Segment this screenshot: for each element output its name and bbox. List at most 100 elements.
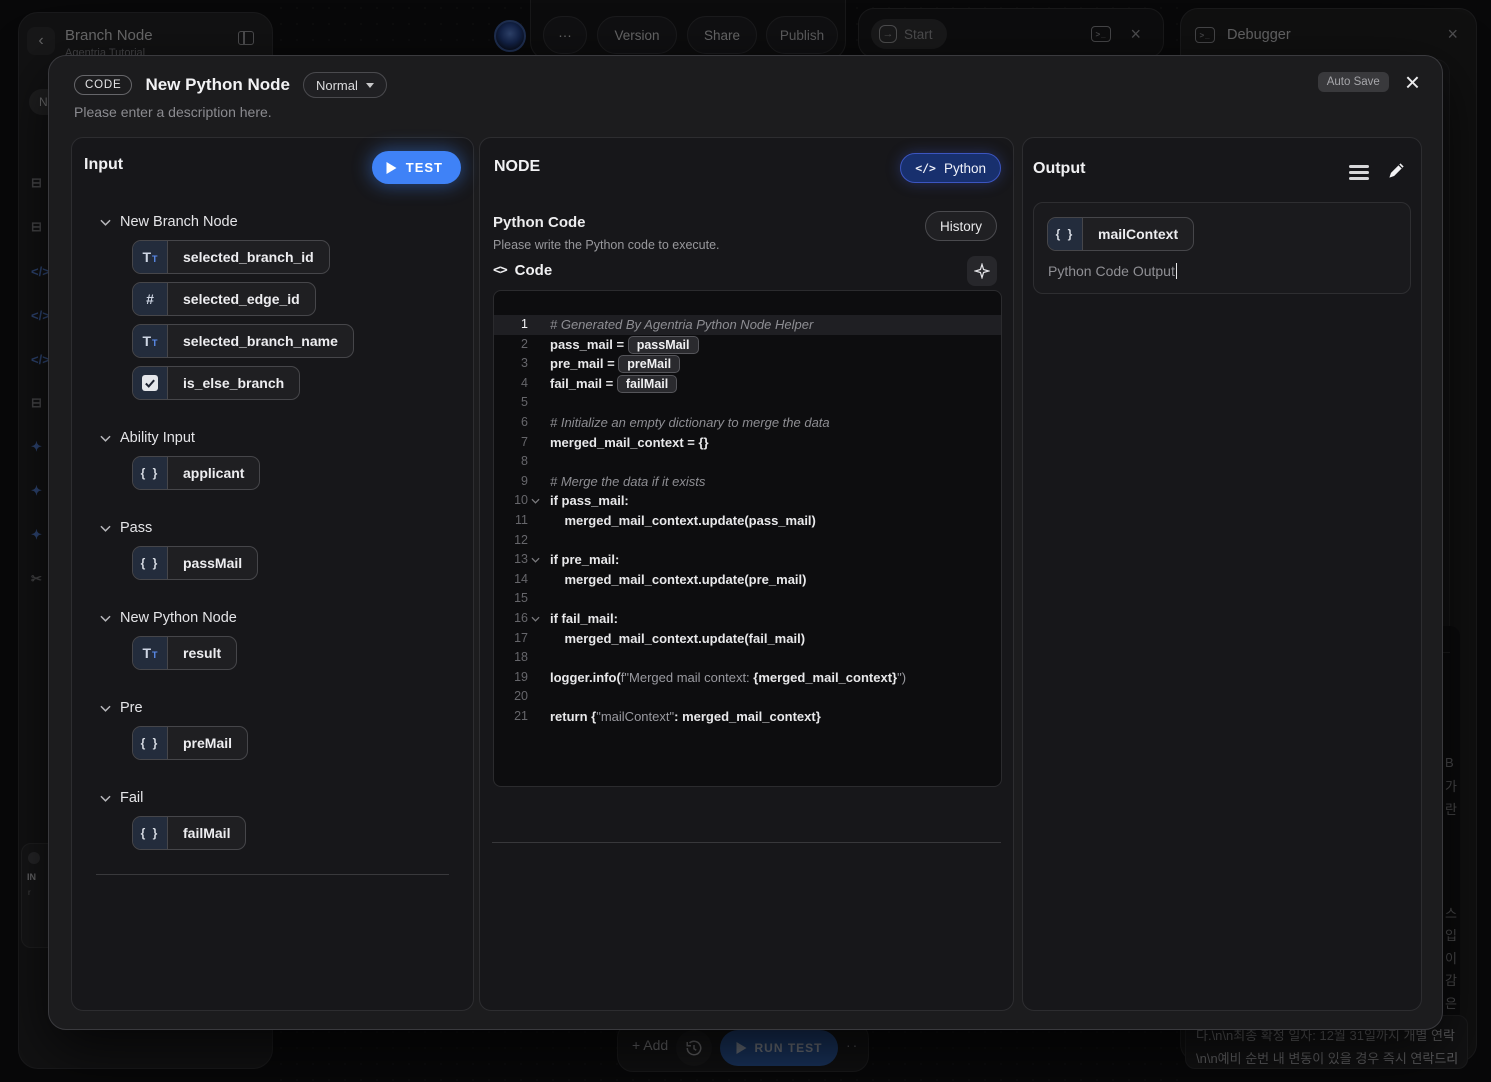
code-line[interactable]: 8 [494, 452, 1001, 472]
code-line[interactable]: 1 # Generated By Agentria Python Node Hel… [494, 315, 1001, 335]
variable-chip[interactable]: { } applicant [132, 456, 261, 490]
variable-label: preMail [183, 735, 233, 751]
chevron-down-icon [100, 519, 111, 537]
sparkle-icon [974, 263, 990, 279]
line-number: 7 [494, 433, 542, 453]
variable-chip[interactable]: T T selected_branch_id [132, 240, 330, 274]
code-line[interactable]: 16 if fail_mail: [494, 609, 1001, 629]
fold-icon [528, 315, 542, 322]
input-section: Ability Input { } applicant [84, 428, 461, 490]
line-number: 20 [494, 687, 542, 707]
language-label: Python [943, 160, 986, 176]
code-line[interactable]: 9 # Merge the data if it exists [494, 472, 1001, 492]
line-number: 4 [494, 374, 542, 394]
code-line[interactable]: 13 if pre_mail: [494, 550, 1001, 570]
variable-chip[interactable]: { } passMail [132, 546, 259, 580]
code-line[interactable]: 12 [494, 531, 1001, 551]
code-line[interactable]: 5 [494, 393, 1001, 413]
output-card[interactable]: { } mailContext Python Code Output [1033, 202, 1411, 294]
mode-dropdown[interactable]: Normal [302, 72, 387, 98]
fold-icon [528, 393, 542, 400]
variable-chip[interactable]: is_else_branch [132, 366, 301, 400]
line-number: 12 [494, 531, 542, 551]
object-icon: { } [133, 457, 168, 489]
code-line[interactable]: 20 [494, 687, 1001, 707]
line-number: 14 [494, 570, 542, 590]
inline-variable-chip[interactable]: preMail [618, 355, 681, 374]
ai-assist-button[interactable] [967, 256, 997, 286]
test-button[interactable]: TEST [371, 151, 461, 184]
input-section: Fail { } failMail [84, 788, 461, 850]
code-editor[interactable]: 1 # Generated By Agentria Python Node Hel… [493, 290, 1002, 787]
section-header[interactable]: Ability Input [100, 428, 461, 448]
menu-icon[interactable] [1349, 165, 1369, 180]
code-line[interactable]: 7 merged_mail_context = {} [494, 433, 1001, 453]
mode-value: Normal [315, 77, 358, 93]
test-label: TEST [405, 160, 443, 175]
line-number: 3 [494, 354, 542, 374]
section-label: Pass [120, 520, 153, 536]
dialog-close-icon[interactable]: × [1405, 69, 1420, 95]
edit-button[interactable] [1385, 159, 1407, 181]
code-line[interactable]: 11 merged_mail_context.update(pass_mail) [494, 511, 1001, 531]
section-label: Pre [120, 700, 143, 716]
variable-chip[interactable]: { } preMail [132, 726, 249, 760]
code-line[interactable]: 10 if pass_mail: [494, 491, 1001, 511]
code-tab[interactable]: <> Code [493, 262, 552, 279]
code-line[interactable]: 14 merged_mail_context.update(pre_mail) [494, 570, 1001, 590]
section-label: Fail [120, 790, 144, 806]
code-line[interactable]: 21 return {"mailContext": merged_mail_con… [494, 707, 1001, 727]
code-line[interactable]: 4 fail_mail = failMail [494, 374, 1001, 394]
object-icon: { } [133, 547, 168, 579]
section-header[interactable]: New Python Node [100, 608, 461, 628]
fold-icon[interactable] [528, 609, 542, 622]
output-panel: Output { } mailContext Python Code Outpu… [1022, 137, 1422, 1011]
code-line[interactable]: 18 [494, 648, 1001, 668]
line-number: 8 [494, 452, 542, 472]
fold-icon [528, 472, 542, 479]
fold-icon [528, 531, 542, 538]
check-icon [133, 367, 168, 399]
angle-brackets-icon: <> [493, 263, 508, 278]
variable-chip[interactable]: { } failMail [132, 816, 247, 850]
code-line[interactable]: 17 merged_mail_context.update(fail_mail) [494, 629, 1001, 649]
fold-icon[interactable] [528, 550, 542, 563]
line-number: 21 [494, 707, 542, 727]
output-variable-chip[interactable]: { } mailContext [1047, 217, 1195, 251]
section-header[interactable]: New Branch Node [100, 212, 461, 232]
variable-chip[interactable]: T T selected_branch_name [132, 324, 354, 358]
fold-icon [528, 687, 542, 694]
fold-icon [528, 433, 542, 440]
python-language-badge[interactable]: </> Python [900, 153, 1001, 183]
fold-icon[interactable] [528, 491, 542, 505]
variable-chip[interactable]: # selected_edge_id [132, 282, 316, 316]
line-number: 2 [494, 335, 542, 355]
input-sections: New Branch Node T T selected_branch_id # sele… [72, 184, 473, 875]
section-header[interactable]: Pass [100, 518, 461, 538]
node-panel: NODE </> Python Python Code Please write… [479, 137, 1014, 1011]
history-button[interactable]: History [924, 211, 997, 241]
input-section: New Branch Node T T selected_branch_id # sele… [84, 212, 461, 400]
code-line[interactable]: 6 # Initialize an empty dictionary to mer… [494, 413, 1001, 433]
object-icon: { } [133, 817, 168, 849]
code-line[interactable]: 19 logger.info(f"Merged mail context: {me… [494, 668, 1001, 688]
variable-chip[interactable]: T T result [132, 636, 238, 670]
line-number: 5 [494, 393, 542, 413]
python-code-hint: Please write the Python code to execute. [493, 238, 720, 252]
dialog-header: CODE New Python Node Normal [74, 72, 387, 98]
section-header[interactable]: Fail [100, 788, 461, 808]
variable-label: passMail [183, 555, 243, 571]
code-line[interactable]: 15 [494, 589, 1001, 609]
output-variable-label: mailContext [1098, 226, 1179, 242]
code-line[interactable]: 3 pre_mail = preMail [494, 354, 1001, 374]
inline-variable-chip[interactable]: failMail [616, 374, 678, 393]
line-number: 16 [494, 609, 542, 629]
input-panel: Input TEST New Branch Node T T selected_bra… [71, 137, 474, 1011]
section-header[interactable]: Pre [100, 698, 461, 718]
fold-icon [528, 589, 542, 596]
output-placeholder[interactable]: Python Code Output [1048, 263, 1178, 279]
pencil-icon [1388, 162, 1404, 178]
code-line[interactable]: 2 pass_mail = passMail [494, 335, 1001, 355]
chevron-down-icon [100, 429, 111, 447]
inline-variable-chip[interactable]: passMail [627, 335, 699, 354]
